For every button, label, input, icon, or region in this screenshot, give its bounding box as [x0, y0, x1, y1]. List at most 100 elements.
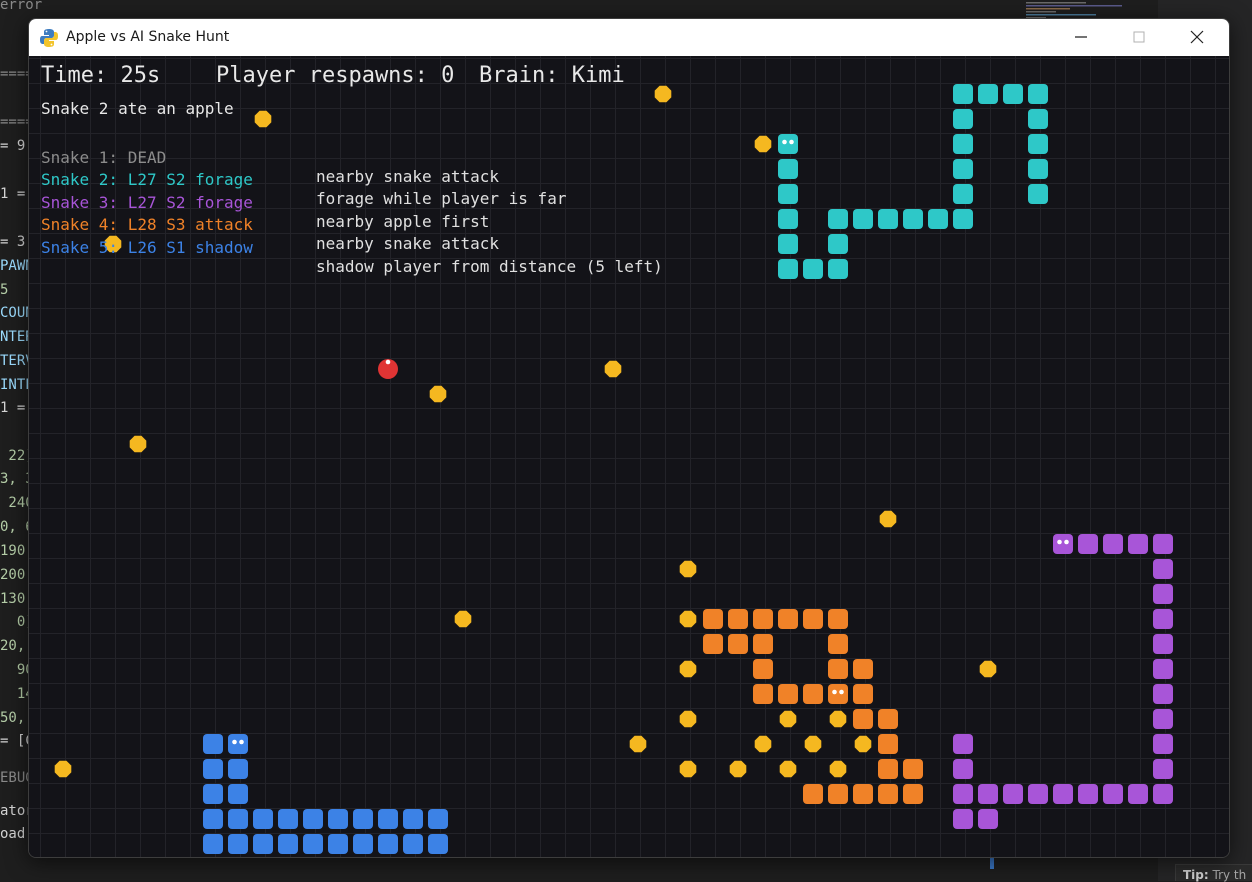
- apple-coin: [854, 735, 872, 753]
- snake-3-segment: [1153, 634, 1173, 654]
- snake-2-segment: [1028, 159, 1048, 179]
- snake-5-segment: [428, 834, 448, 854]
- snake-5-head: [228, 734, 248, 754]
- snake-4-segment: [828, 784, 848, 804]
- snake-2-segment: [953, 209, 973, 229]
- maximize-button[interactable]: [1110, 19, 1168, 56]
- python-icon: [40, 29, 58, 47]
- apple-coin: [804, 735, 822, 753]
- player-apple-highlight: [385, 359, 391, 365]
- editor-code-line: 1 =: [0, 400, 26, 416]
- snake-1-goal: nearby snake attack: [316, 167, 500, 186]
- player-apple: [378, 359, 398, 379]
- snake-4-segment: [828, 659, 848, 679]
- game-window: Apple vs AI Snake Hunt Time: 25s Player …: [28, 18, 1230, 858]
- apple-coin: [679, 710, 697, 728]
- snake-4-segment: [878, 784, 898, 804]
- snake-5-segment: [303, 834, 323, 854]
- snake-3-segment: [1153, 559, 1173, 579]
- snake-3-segment: [953, 759, 973, 779]
- snake-2-segment: [1028, 184, 1048, 204]
- snake-4-segment: [903, 784, 923, 804]
- snake-3-segment: [1003, 784, 1023, 804]
- snake-3-segment: [1153, 784, 1173, 804]
- snake-3-segment: [1153, 534, 1173, 554]
- apple-coin: [779, 760, 797, 778]
- snake-2-segment: [853, 209, 873, 229]
- snake-4-segment: [878, 759, 898, 779]
- apple-coin: [429, 385, 447, 403]
- apple-coin: [754, 735, 772, 753]
- snake-5-segment: [203, 734, 223, 754]
- apple-coin: [779, 710, 797, 728]
- snake-3-segment: [1078, 784, 1098, 804]
- snake-5-segment: [378, 809, 398, 829]
- snake-3-segment: [1128, 784, 1148, 804]
- snake-4-segment: [828, 609, 848, 629]
- snake-3-segment: [978, 784, 998, 804]
- tip-label: Tip:: [1183, 868, 1209, 882]
- snake-2-segment: [953, 134, 973, 154]
- snake-3-segment: [1153, 659, 1173, 679]
- editor-code-line: 20,: [0, 638, 26, 654]
- snake-5-segment: [228, 759, 248, 779]
- snake-5-segment: [278, 809, 298, 829]
- snake-4-segment: [853, 784, 873, 804]
- snake-2-segment: [828, 259, 848, 279]
- snake-5-segment: [228, 809, 248, 829]
- snake-3-eye: [1057, 539, 1062, 545]
- snake-3-segment: [1103, 784, 1123, 804]
- snake-5-segment: [253, 809, 273, 829]
- minimize-button[interactable]: [1052, 19, 1110, 56]
- snake-2-segment: [953, 84, 973, 104]
- snake-3-segment: [1078, 534, 1098, 554]
- snake-2-segment: [953, 109, 973, 129]
- snake-4-segment: [753, 659, 773, 679]
- snake-4-segment: [803, 784, 823, 804]
- snake-4-segment: [728, 609, 748, 629]
- snake-4-segment: [703, 609, 723, 629]
- snake-2-goal: forage while player is far: [316, 189, 567, 208]
- snake-5-segment: [228, 834, 248, 854]
- snake-2-segment: [903, 209, 923, 229]
- snake-3-eye: [1064, 539, 1069, 545]
- snake-3-segment: [1153, 609, 1173, 629]
- snake-3-segment: [1128, 534, 1148, 554]
- snake-4-segment: [753, 634, 773, 654]
- apple-coin: [679, 660, 697, 678]
- snake-2-segment: [1028, 134, 1048, 154]
- snake-3-segment: [1153, 684, 1173, 704]
- snake-5-segment: [403, 834, 423, 854]
- snake-4-segment: [903, 759, 923, 779]
- snake-4-segment: [803, 684, 823, 704]
- snake-3-segment: [1028, 784, 1048, 804]
- hud-overlay: Time: 25s Player respawns: 0 Brain: Kimi…: [41, 59, 821, 276]
- snake-2-segment: [928, 209, 948, 229]
- minimize-icon: [1075, 36, 1087, 38]
- editor-code-line: = 3: [0, 234, 26, 250]
- close-icon: [1190, 30, 1204, 44]
- snake-5-segment: [378, 834, 398, 854]
- editor-code-line: error: [0, 0, 43, 13]
- snake-3-segment: [1153, 584, 1173, 604]
- snake-2-segment: [878, 209, 898, 229]
- snake-4-segment: [753, 609, 773, 629]
- editor-code-line: = 9: [0, 138, 26, 154]
- apple-coin: [729, 760, 747, 778]
- snake-4-segment: [853, 709, 873, 729]
- apple-coin: [604, 360, 622, 378]
- editor-code-line: 50,: [0, 710, 26, 726]
- snake-3-segment: [978, 809, 998, 829]
- window-titlebar[interactable]: Apple vs AI Snake Hunt: [29, 19, 1229, 56]
- snake-4-segment: [778, 609, 798, 629]
- close-button[interactable]: [1168, 19, 1226, 56]
- snake-4-segment: [728, 634, 748, 654]
- snake-3-segment: [1153, 759, 1173, 779]
- tip-text: Try th: [1212, 868, 1247, 882]
- tip-notification[interactable]: Tip: Try th: [1175, 864, 1252, 882]
- snake-4-segment: [853, 659, 873, 679]
- apple-coin: [54, 760, 72, 778]
- apple-coin: [679, 610, 697, 628]
- snake-2-segment: [828, 234, 848, 254]
- snake-2-segment: [803, 259, 823, 279]
